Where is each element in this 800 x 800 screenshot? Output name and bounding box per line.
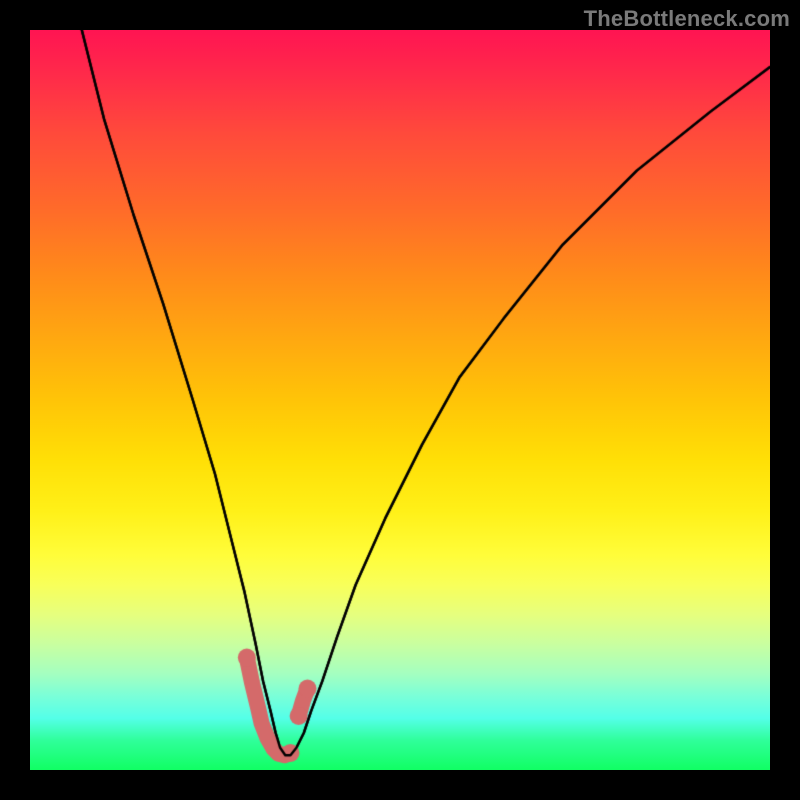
curve-canvas	[30, 30, 770, 770]
plot-area	[30, 30, 770, 770]
chart-frame: TheBottleneck.com	[0, 0, 800, 800]
watermark-text: TheBottleneck.com	[584, 6, 790, 32]
